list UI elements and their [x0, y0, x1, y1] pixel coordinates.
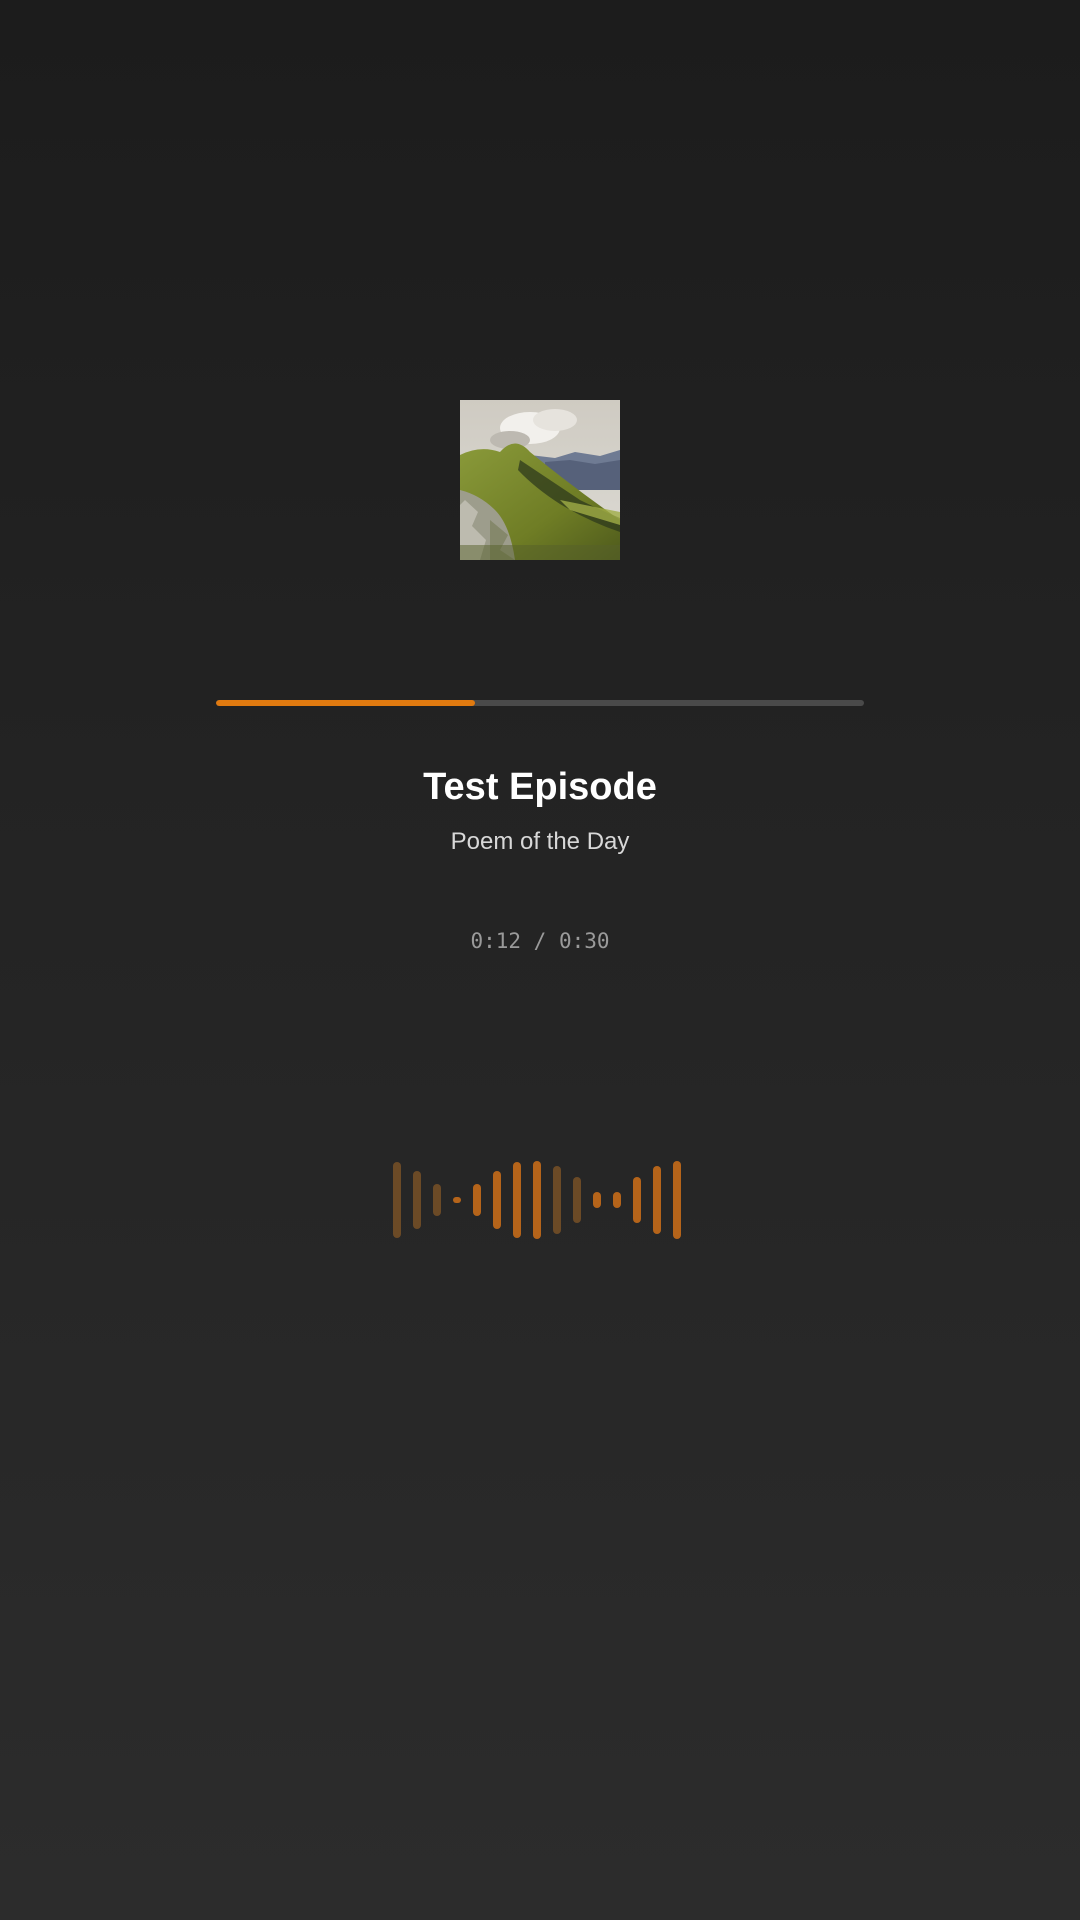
- playback-time: 0:12 / 0:30: [0, 926, 1080, 956]
- visualizer-bar: [653, 1165, 661, 1235]
- audio-visualizer: [393, 1150, 687, 1250]
- visualizer-bar: [613, 1192, 621, 1208]
- episode-artwork: [460, 400, 620, 560]
- visualizer-bar: [513, 1161, 521, 1239]
- visualizer-bar: [633, 1176, 641, 1224]
- visualizer-bar: [433, 1184, 441, 1216]
- show-name: Poem of the Day: [450, 828, 630, 855]
- visualizer-bar: [493, 1171, 501, 1229]
- playback-progress-fill: [216, 700, 476, 706]
- playback-progress-bar[interactable]: [216, 700, 864, 706]
- visualizer-bar: [553, 1165, 561, 1235]
- episode-title: Test Episode: [423, 766, 657, 808]
- visualizer-bar: [473, 1184, 481, 1216]
- visualizer-bar: [453, 1197, 461, 1203]
- total-duration: 0:30: [558, 929, 610, 953]
- time-separator: /: [521, 929, 559, 953]
- visualizer-bar: [533, 1161, 541, 1239]
- mountain-landscape-image: [460, 400, 620, 560]
- visualizer-bar: [413, 1171, 421, 1229]
- current-time: 0:12: [470, 929, 522, 953]
- visualizer-bar: [593, 1192, 601, 1208]
- visualizer-bar: [393, 1161, 401, 1239]
- visualizer-bar: [573, 1176, 581, 1224]
- visualizer-bar: [673, 1161, 681, 1239]
